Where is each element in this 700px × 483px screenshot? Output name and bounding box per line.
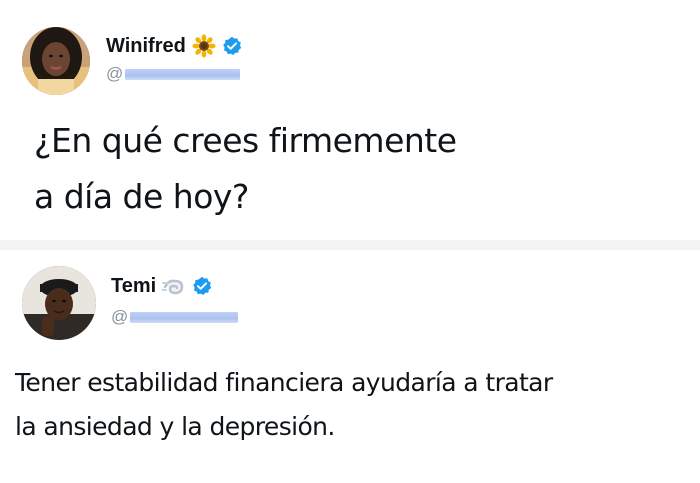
tweet-text-line: la ansiedad y la depresión. — [15, 412, 335, 441]
author-name-row: Winifred — [106, 34, 242, 58]
handle-redaction — [130, 311, 239, 323]
author-name-row: Temi — [111, 274, 212, 298]
handle-at-sign: @ — [106, 64, 124, 83]
author-name[interactable]: Winifred — [106, 35, 186, 58]
sunflower-icon — [192, 34, 216, 58]
card-divider — [0, 240, 700, 250]
tweet-text: Tener estabilidad financiera ayudaría a … — [15, 361, 695, 449]
author-handle[interactable]: @ — [111, 306, 239, 328]
tweet-text-line: a día de hoy? — [34, 177, 249, 216]
tweet-text-line: ¿En qué crees firmemente — [34, 121, 457, 160]
handle-redaction — [125, 68, 241, 80]
avatar[interactable] — [22, 27, 90, 95]
author-handle[interactable]: @ — [106, 63, 241, 85]
dash-icon — [162, 274, 186, 298]
tweet-card-question: Winifred @ ¿En qué crees firmemente a dí… — [0, 0, 700, 240]
author-name[interactable]: Temi — [111, 275, 156, 298]
tweet-text-line: Tener estabilidad financiera ayudaría a … — [15, 368, 553, 397]
profile-photo — [22, 266, 96, 340]
avatar[interactable] — [22, 266, 96, 340]
tweet-text: ¿En qué crees firmemente a día de hoy? — [34, 113, 674, 225]
handle-at-sign: @ — [111, 307, 129, 326]
profile-photo — [22, 27, 90, 95]
verified-badge-icon — [222, 36, 242, 56]
verified-badge-icon — [192, 276, 212, 296]
